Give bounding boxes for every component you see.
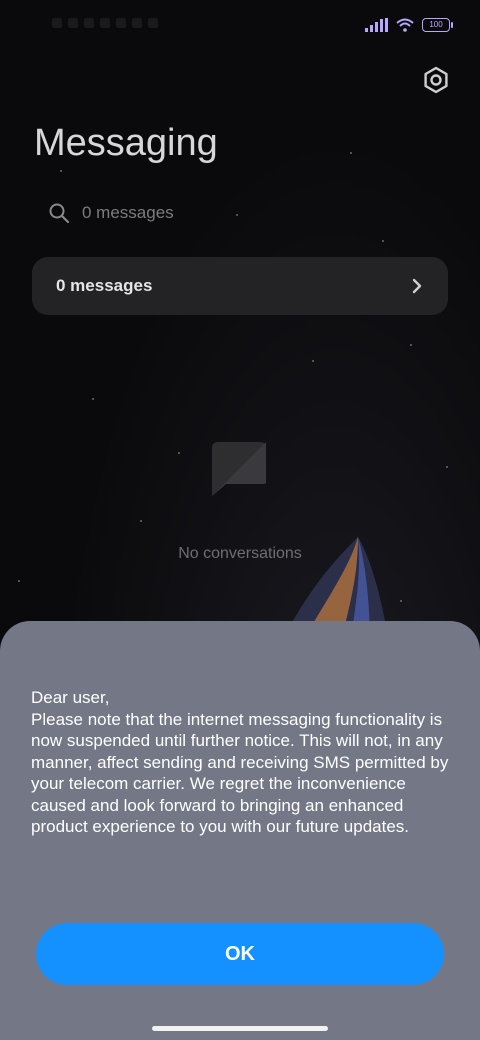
page-title: Messaging (34, 122, 218, 164)
search-icon (49, 203, 70, 224)
battery-icon: 100 (422, 18, 453, 32)
search-placeholder: 0 messages (82, 203, 174, 222)
star-decoration (18, 580, 20, 582)
gear-icon[interactable] (420, 64, 452, 96)
star-decoration (400, 600, 402, 602)
search-bar[interactable]: 0 messages (48, 196, 428, 230)
star-decoration (140, 520, 142, 522)
star-decoration (178, 452, 180, 454)
status-notification-icons (52, 18, 158, 28)
chevron-right-icon (412, 278, 422, 294)
home-indicator[interactable] (152, 1026, 328, 1031)
dialog-message: Dear user, Please note that the internet… (31, 688, 449, 836)
battery-level: 100 (429, 20, 443, 29)
messages-count-label: 0 messages (56, 276, 153, 295)
star-decoration (92, 398, 94, 400)
star-decoration (410, 344, 412, 346)
signal-icon (365, 18, 388, 32)
star-decoration (446, 466, 448, 468)
status-bar: 100 (0, 0, 480, 56)
status-indicators: 100 (365, 18, 453, 32)
wifi-icon (396, 18, 414, 32)
empty-state-text: No conversations (178, 545, 302, 562)
messages-summary-card[interactable]: 0 messages (32, 257, 448, 315)
star-decoration (312, 360, 314, 362)
ok-button[interactable]: OK (36, 923, 444, 985)
star-decoration (350, 152, 352, 154)
star-decoration (60, 170, 62, 172)
star-decoration (382, 240, 384, 242)
message-bubble-icon (212, 442, 266, 496)
notice-dialog: Dear user, Please note that the internet… (0, 621, 480, 1040)
